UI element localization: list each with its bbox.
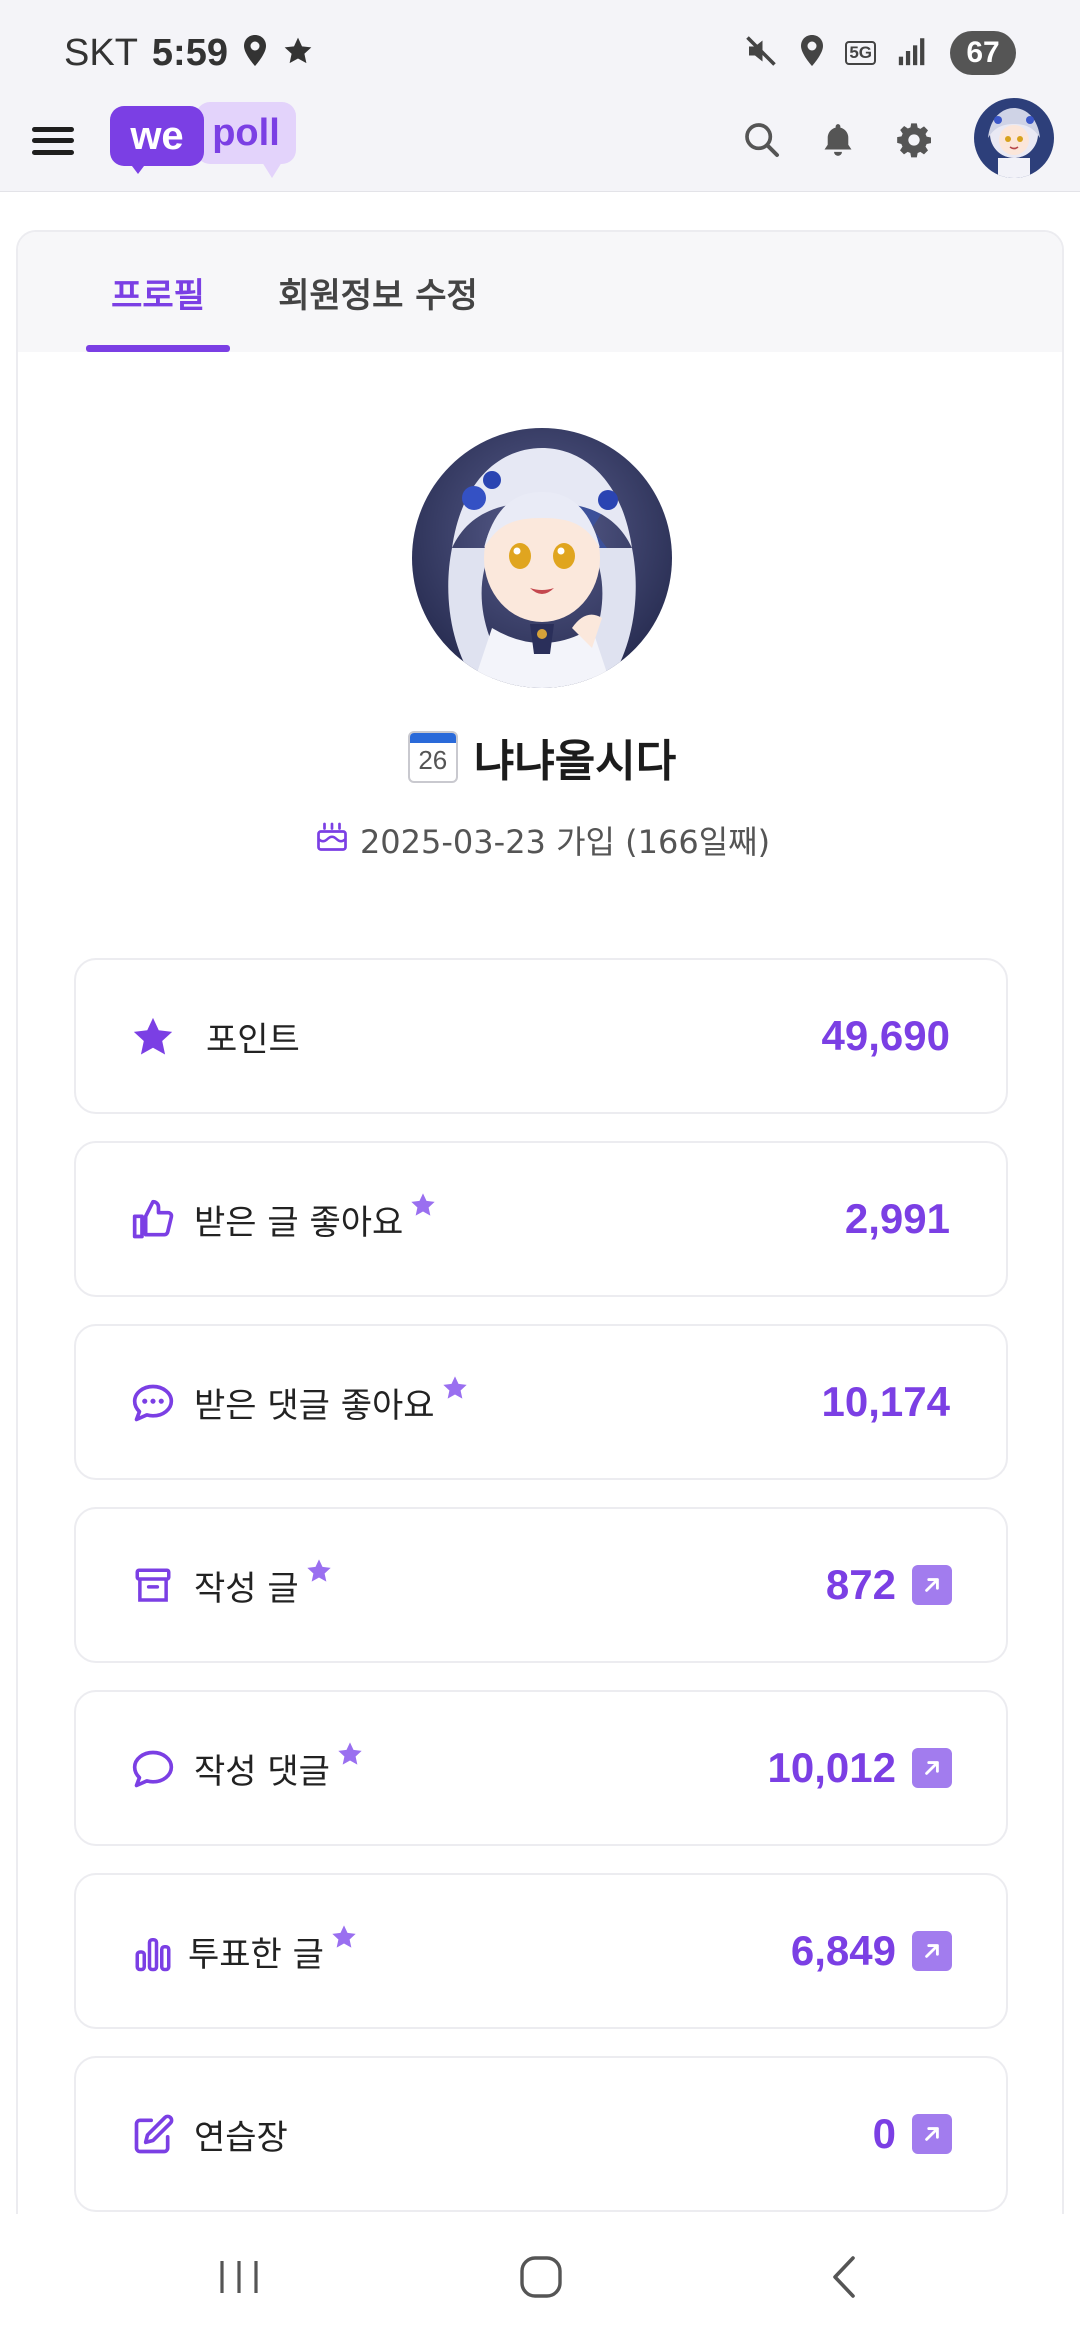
username: 냐냐올시다 bbox=[473, 736, 677, 787]
stat-value: 6,849 bbox=[790, 1927, 896, 1974]
stat-row-post-likes: 받은 글 좋아요 2,991 bbox=[74, 1141, 1008, 1297]
clock: 5:59 bbox=[151, 31, 228, 74]
stat-label: 연습장 bbox=[194, 2117, 288, 2158]
archive-icon bbox=[128, 1561, 178, 1611]
home-button[interactable] bbox=[496, 2244, 586, 2310]
stat-label-wrap: 받은 글 좋아요 bbox=[194, 1191, 437, 1247]
edit-icon bbox=[128, 2110, 178, 2160]
small-star-icon bbox=[305, 1554, 333, 1594]
logo-we-text: we bbox=[110, 106, 204, 166]
comment-icon bbox=[128, 1744, 178, 1794]
join-date-text: 2025-03-23 가입 (166일째) bbox=[359, 823, 771, 861]
stat-label-wrap: 작성 댓글 bbox=[194, 1740, 364, 1796]
stat-value: 2,991 bbox=[844, 1195, 950, 1242]
signal-icon bbox=[896, 34, 930, 72]
stat-value: 49,690 bbox=[821, 1012, 950, 1059]
small-star-icon bbox=[441, 1371, 469, 1411]
stat-value: 872 bbox=[825, 1561, 896, 1608]
system-navigation-bar bbox=[0, 2214, 1080, 2340]
stat-label-wrap: 투표한 글 bbox=[188, 1923, 358, 1979]
status-bar: SKT 5:59 5G 67 bbox=[0, 0, 1080, 100]
tab-edit-member-info[interactable]: 회원정보 수정 bbox=[268, 232, 488, 352]
stat-row-voted[interactable]: 투표한 글 6,849 bbox=[74, 1873, 1008, 2029]
tab-bar: 프로필 회원정보 수정 bbox=[18, 232, 1062, 352]
bell-icon[interactable] bbox=[812, 114, 864, 166]
stat-row-points: 포인트 49,690 bbox=[74, 958, 1008, 1114]
mute-icon bbox=[743, 33, 779, 73]
location-status-icon bbox=[799, 34, 825, 72]
external-link-icon[interactable] bbox=[912, 1748, 952, 1788]
external-link-icon[interactable] bbox=[912, 1565, 952, 1605]
small-star-icon bbox=[409, 1188, 437, 1228]
stat-row-practice[interactable]: 연습장 0 bbox=[74, 2056, 1008, 2212]
star-icon bbox=[128, 1012, 178, 1062]
stat-value: 10,012 bbox=[767, 1744, 896, 1791]
profile-avatar bbox=[412, 428, 672, 688]
stat-label-wrap: 연습장 bbox=[194, 2106, 288, 2162]
stat-label: 투표한 글 bbox=[188, 1934, 324, 1975]
star-status-icon bbox=[282, 35, 314, 71]
search-icon[interactable] bbox=[736, 114, 788, 166]
wepoll-logo[interactable]: poll we bbox=[110, 100, 296, 180]
join-date-row: 2025-03-23 가입 (166일째) bbox=[18, 812, 1062, 868]
location-icon bbox=[242, 34, 268, 72]
username-row: 26 냐냐올시다 bbox=[18, 722, 1062, 792]
gear-icon[interactable] bbox=[888, 114, 940, 166]
stat-value: 10,174 bbox=[821, 1378, 950, 1425]
back-button[interactable] bbox=[800, 2244, 890, 2310]
cake-icon bbox=[314, 818, 350, 862]
stat-row-posts[interactable]: 작성 글 872 bbox=[74, 1507, 1008, 1663]
thumbs-up-icon bbox=[128, 1195, 178, 1245]
profile-card: 프로필 회원정보 수정 26 냐냐올시다 2025-03-23 가입 (166일… bbox=[16, 230, 1064, 2240]
user-avatar[interactable] bbox=[974, 98, 1054, 178]
stat-value: 0 bbox=[872, 2110, 896, 2157]
stat-label: 포인트 bbox=[206, 1019, 300, 1060]
carrier-label: SKT bbox=[64, 31, 138, 74]
network-5g-badge: 5G bbox=[845, 41, 876, 65]
stat-label: 받은 댓글 좋아요 bbox=[194, 1385, 435, 1426]
calendar-day: 26 bbox=[418, 745, 448, 775]
calendar-icon: 26 bbox=[407, 731, 458, 783]
external-link-icon[interactable] bbox=[912, 1931, 952, 1971]
recent-apps-button[interactable] bbox=[194, 2244, 284, 2310]
stat-row-comment-likes: 받은 댓글 좋아요 10,174 bbox=[74, 1324, 1008, 1480]
stat-label-wrap: 받은 댓글 좋아요 bbox=[194, 1374, 469, 1430]
menu-icon[interactable] bbox=[30, 118, 76, 164]
tab-profile[interactable]: 프로필 bbox=[86, 232, 230, 352]
external-link-icon[interactable] bbox=[912, 2114, 952, 2154]
stat-label: 작성 댓글 bbox=[194, 1751, 330, 1792]
app-header: poll we bbox=[0, 98, 1080, 192]
chat-dots-icon bbox=[128, 1378, 178, 1428]
stat-label-wrap: 작성 글 bbox=[194, 1557, 333, 1613]
small-star-icon bbox=[336, 1737, 364, 1777]
small-star-icon bbox=[330, 1920, 358, 1960]
bar-chart-icon bbox=[128, 1927, 178, 1977]
stat-label: 작성 글 bbox=[194, 1568, 299, 1609]
logo-poll-text: poll bbox=[196, 102, 296, 164]
stat-row-comments[interactable]: 작성 댓글 10,012 bbox=[74, 1690, 1008, 1846]
stat-label: 받은 글 좋아요 bbox=[194, 1202, 404, 1243]
battery-indicator: 67 bbox=[950, 31, 1016, 75]
